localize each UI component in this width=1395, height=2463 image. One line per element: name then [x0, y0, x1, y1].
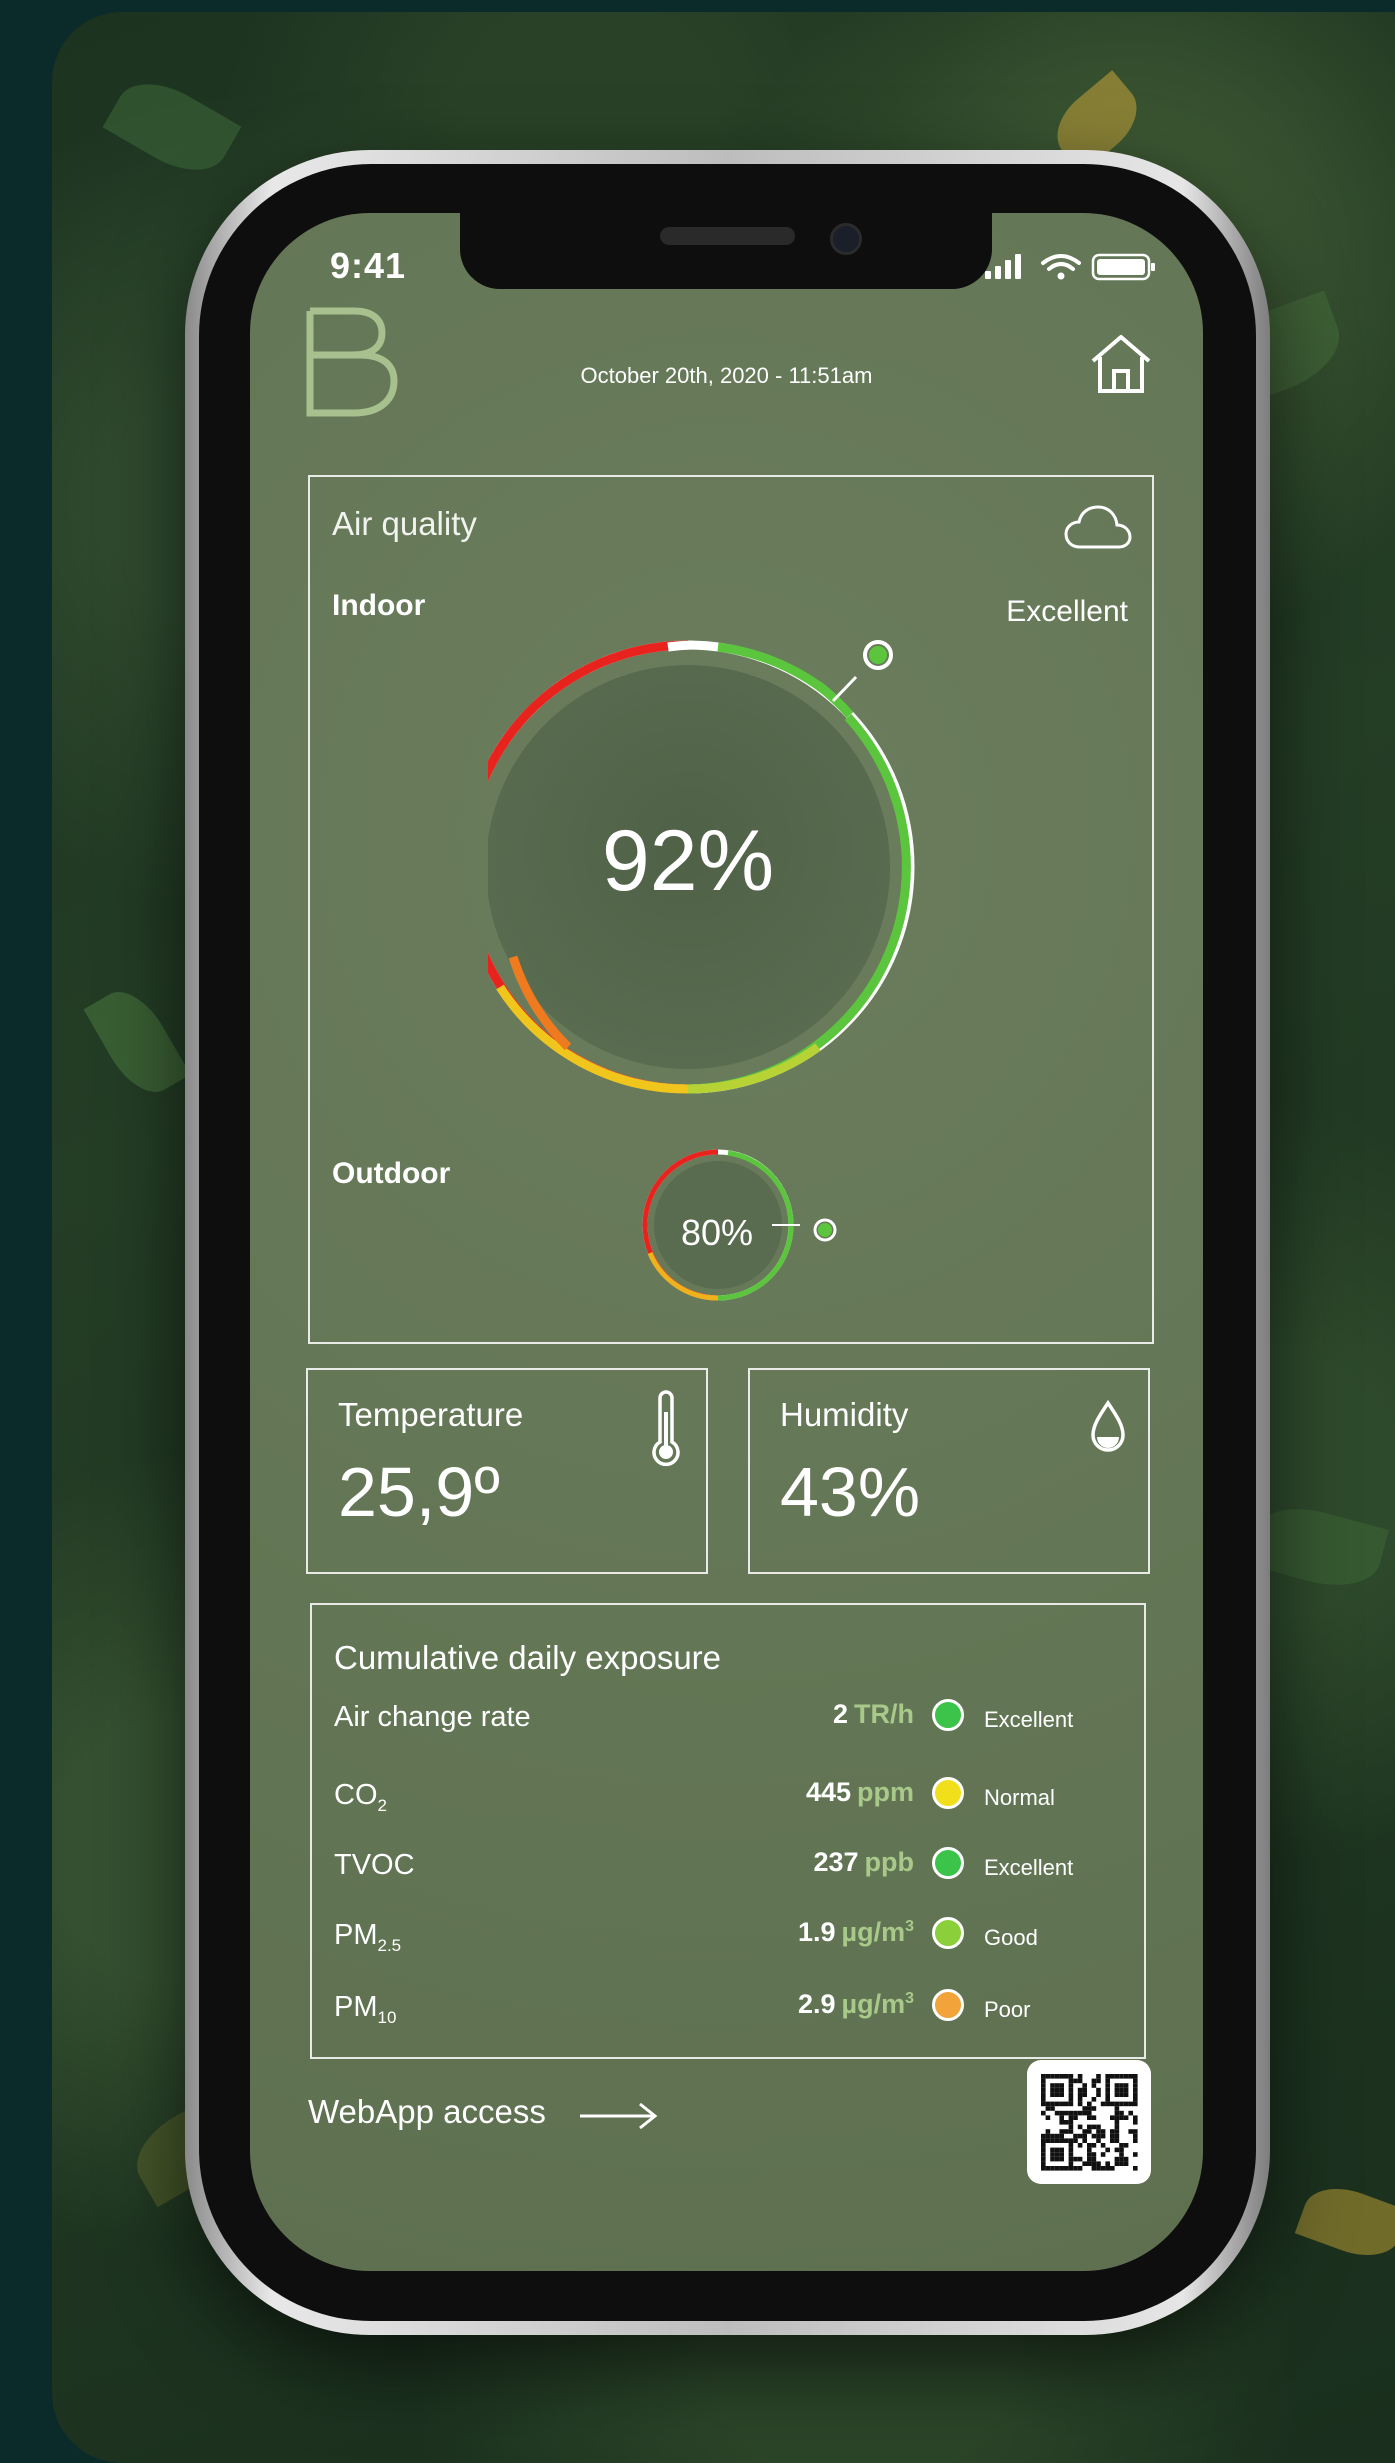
exposure-row: PM2.5 1.9 µg/m3 Good [334, 1911, 1124, 1961]
notch [460, 213, 992, 289]
exposure-metric-unit: µg/m3 [841, 1989, 914, 2019]
exposure-metric-value: 2.9 µg/m3 [797, 1989, 914, 2019]
app-screen: 9:41 October 20th, 2020 - 11:51am Air qu… [250, 213, 1203, 2271]
exposure-title: Cumulative daily exposure [334, 1639, 722, 1676]
exposure-metric-name: CO2 [334, 1779, 387, 1815]
outdoor-indicator-dot [813, 1218, 837, 1242]
exposure-metric-name: PM10 [334, 1991, 397, 2027]
temperature-title: Temperature [338, 1396, 524, 1433]
front-camera [830, 223, 862, 255]
status-label: Good [984, 1925, 1038, 1950]
cloud-icon [1064, 505, 1132, 549]
status-icons [985, 253, 1155, 281]
signal-icon [985, 254, 1021, 279]
battery-icon [1091, 253, 1155, 281]
exposure-metric-value: 2 TR/h [832, 1699, 914, 1729]
temperature-value: 25,9º [338, 1453, 500, 1531]
exposure-metric-unit: ppm [857, 1777, 914, 1807]
indoor-rating: Excellent [1006, 595, 1128, 628]
exposure-metric-unit: ppb [864, 1847, 914, 1877]
status-dot [932, 1989, 964, 2021]
status-label: Normal [984, 1785, 1055, 1810]
indoor-indicator-dot [869, 646, 887, 664]
water-drop-icon [1091, 1399, 1125, 1452]
exposure-metric-name: PM2.5 [334, 1919, 402, 1955]
wifi-icon [1041, 254, 1081, 271]
exposure-metric-value: 445 ppm [805, 1777, 914, 1807]
air-quality-card[interactable]: Air quality Indoor Excellent 92% Outdoor… [308, 475, 1154, 1344]
exposure-row: TVOC 237 ppb Excellent [334, 1841, 1124, 1891]
outdoor-label: Outdoor [332, 1157, 451, 1190]
status-dot [932, 1699, 964, 1731]
exposure-metric-value: 237 ppb [813, 1847, 914, 1877]
status-dot [932, 1847, 964, 1879]
date-time: October 20th, 2020 - 11:51am [580, 363, 873, 388]
humidity-value: 43% [780, 1453, 921, 1531]
exposure-row: CO2 445 ppm Normal [334, 1771, 1124, 1821]
exposure-row: PM10 2.9 µg/m3 Poor [334, 1983, 1124, 2033]
gauge-needle [831, 675, 858, 703]
status-label: Excellent [984, 1855, 1074, 1880]
outdoor-value: 80% [680, 1212, 754, 1253]
exposure-metric-name: Air change rate [334, 1701, 531, 1733]
cumulative-exposure-card[interactable]: Cumulative daily exposure Air change rat… [310, 1603, 1146, 2059]
qr-code[interactable] [1027, 2060, 1151, 2184]
indoor-label: Indoor [332, 589, 426, 622]
exposure-metric-unit: µg/m3 [841, 1917, 914, 1947]
status-dot [932, 1777, 964, 1809]
indoor-value: 92% [601, 813, 775, 909]
exposure-metric-name: TVOC [334, 1849, 415, 1881]
temperature-card[interactable]: Temperature 25,9º [306, 1368, 708, 1574]
air-quality-title: Air quality [332, 505, 477, 542]
exposure-metric-unit: TR/h [854, 1699, 914, 1729]
status-label: Excellent [984, 1707, 1074, 1732]
arrow-right-icon[interactable] [580, 2101, 658, 2131]
webapp-access-link[interactable]: WebApp access [308, 2093, 546, 2131]
exposure-metric-value: 1.9 µg/m3 [797, 1917, 914, 1947]
status-time: 9:41 [330, 245, 407, 286]
humidity-title: Humidity [780, 1396, 909, 1433]
exposure-row: Air change rate 2 TR/h Excellent [334, 1693, 1124, 1743]
home-icon[interactable] [1089, 333, 1153, 395]
status-dot [932, 1917, 964, 1949]
humidity-card[interactable]: Humidity 43% [748, 1368, 1150, 1574]
thermometer-icon [652, 1390, 680, 1467]
status-label: Poor [984, 1997, 1031, 2022]
